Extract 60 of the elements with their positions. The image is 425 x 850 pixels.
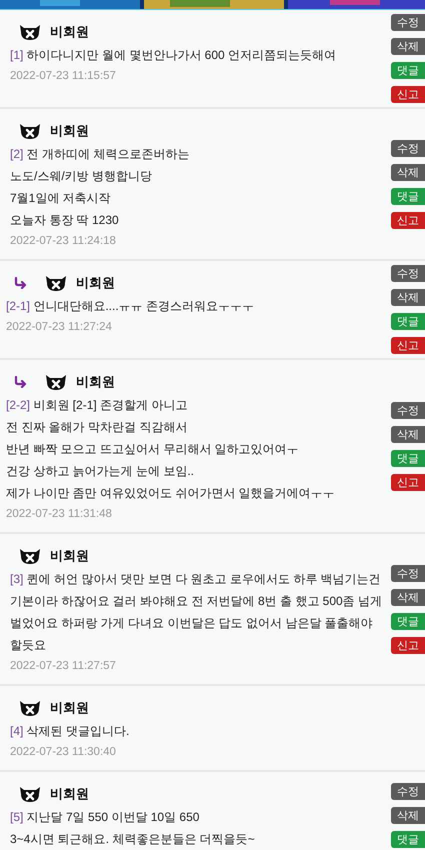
comment-text: 오늘자 통장 딱 1230 bbox=[10, 212, 120, 229]
report-button[interactable]: 신고 bbox=[391, 212, 425, 228]
comment-text: [3] 퀸에 허언 많아서 댓만 보면 다 원초고 로우에서도 하루 백넘기는건 기본이라 하잖어요 걸러 봐야해요 전 저번달에 8번 출 했고 500좀 넘게 벌었어요 하퍼랑 가게 다녀요 이번달은 답도 없어서 남은달 풀출해야 할듯요 bbox=[10, 571, 384, 654]
reply-button[interactable]: 댓글 bbox=[391, 450, 425, 466]
comment-text: 3~4시면 퇴근해요. 체력좋은분들은 더찍을듯~ bbox=[10, 831, 256, 848]
timestamp: 2022-07-23 11:15:57 bbox=[10, 69, 117, 84]
report-button[interactable]: 신고 bbox=[391, 636, 425, 654]
comment-text: 노도/스웨/키방 병행합니당 bbox=[10, 168, 154, 185]
comment-text: [5] 지난달 7일 550 이번달 10일 650 bbox=[10, 809, 200, 826]
avatar-icon bbox=[18, 122, 42, 140]
timestamp: 2022-07-23 11:27:24 bbox=[6, 320, 113, 335]
timestamp: 2022-07-23 11:31:48 bbox=[6, 507, 113, 522]
delete-button[interactable]: 삭제 bbox=[391, 164, 425, 180]
reply-arrow-icon bbox=[14, 277, 28, 289]
delete-button[interactable]: 삭제 bbox=[391, 426, 425, 442]
avatar-icon bbox=[44, 373, 68, 391]
timestamp: 2022-07-23 11:27:57 bbox=[10, 659, 117, 674]
author-name: 비회원 bbox=[50, 699, 89, 718]
avatar-icon bbox=[18, 699, 42, 717]
avatar-icon bbox=[44, 274, 68, 292]
reply-button[interactable]: 댓글 bbox=[391, 313, 425, 330]
author-name: 비회원 bbox=[50, 23, 89, 42]
comment-text: 7월1일에 저축시작 bbox=[10, 190, 112, 207]
author-name: 비회원 bbox=[50, 547, 89, 566]
edit-button[interactable]: 수정 bbox=[391, 402, 425, 418]
delete-button[interactable]: 삭제 bbox=[391, 806, 425, 824]
edit-button[interactable]: 수정 bbox=[391, 265, 425, 282]
author-name: 비회원 bbox=[50, 122, 89, 140]
reply-button[interactable]: 댓글 bbox=[391, 612, 425, 630]
timestamp: 2022-07-23 11:24:18 bbox=[10, 234, 117, 249]
comment-text: [2] 전 개하띠에 체력으로존버하는 bbox=[10, 146, 190, 163]
reply-button[interactable]: 댓글 bbox=[391, 830, 425, 848]
delete-button[interactable]: 삭제 bbox=[391, 588, 425, 606]
comment-text: [2-2] 비회원 [2-1] 존경할게 아니고 bbox=[6, 397, 188, 414]
comment-text: 제가 나이만 좀만 여유있었어도 쉬어가면서 일했을거에여ㅜㅜ bbox=[6, 485, 336, 502]
avatar-icon bbox=[18, 547, 42, 565]
comment-text: [2-1] 언니대단해요....ㅠㅠ 존경스러워요ㅜㅜㅜ bbox=[6, 298, 256, 315]
avatar-icon bbox=[18, 23, 42, 41]
author-name: 비회원 bbox=[76, 274, 115, 292]
report-button[interactable]: 신고 bbox=[391, 474, 425, 490]
edit-button[interactable]: 수정 bbox=[391, 782, 425, 800]
comment-text: [4] 삭제된 댓글입니다. bbox=[10, 723, 130, 740]
report-button[interactable]: 신고 bbox=[391, 86, 425, 103]
avatar-icon bbox=[18, 785, 42, 803]
reply-button[interactable]: 댓글 bbox=[391, 62, 425, 79]
author-name: 비회원 bbox=[76, 373, 115, 392]
comment-text: 건강 상하고 늙어가는게 눈에 보임.. bbox=[6, 463, 196, 480]
edit-button[interactable]: 수정 bbox=[391, 14, 425, 31]
reply-arrow-icon bbox=[14, 376, 28, 388]
author-name: 비회원 bbox=[50, 785, 89, 804]
delete-button[interactable]: 삭제 bbox=[391, 38, 425, 55]
edit-button[interactable]: 수정 bbox=[391, 564, 425, 582]
comment-text: 반년 빠짝 모으고 뜨고싶어서 무리해서 일하고있어여ㅜ bbox=[6, 441, 300, 458]
reply-button[interactable]: 댓글 bbox=[391, 188, 425, 204]
comment-text: 전 진짜 올해가 막차란걸 직감해서 bbox=[6, 419, 188, 436]
report-button[interactable]: 신고 bbox=[391, 337, 425, 354]
delete-button[interactable]: 삭제 bbox=[391, 289, 425, 306]
comment-text: [1] 하이다니지만 월에 몇번안나가서 600 언저리쯤되는듯해여 bbox=[10, 47, 338, 64]
edit-button[interactable]: 수정 bbox=[391, 140, 425, 156]
timestamp: 2022-07-23 11:30:40 bbox=[10, 745, 117, 760]
